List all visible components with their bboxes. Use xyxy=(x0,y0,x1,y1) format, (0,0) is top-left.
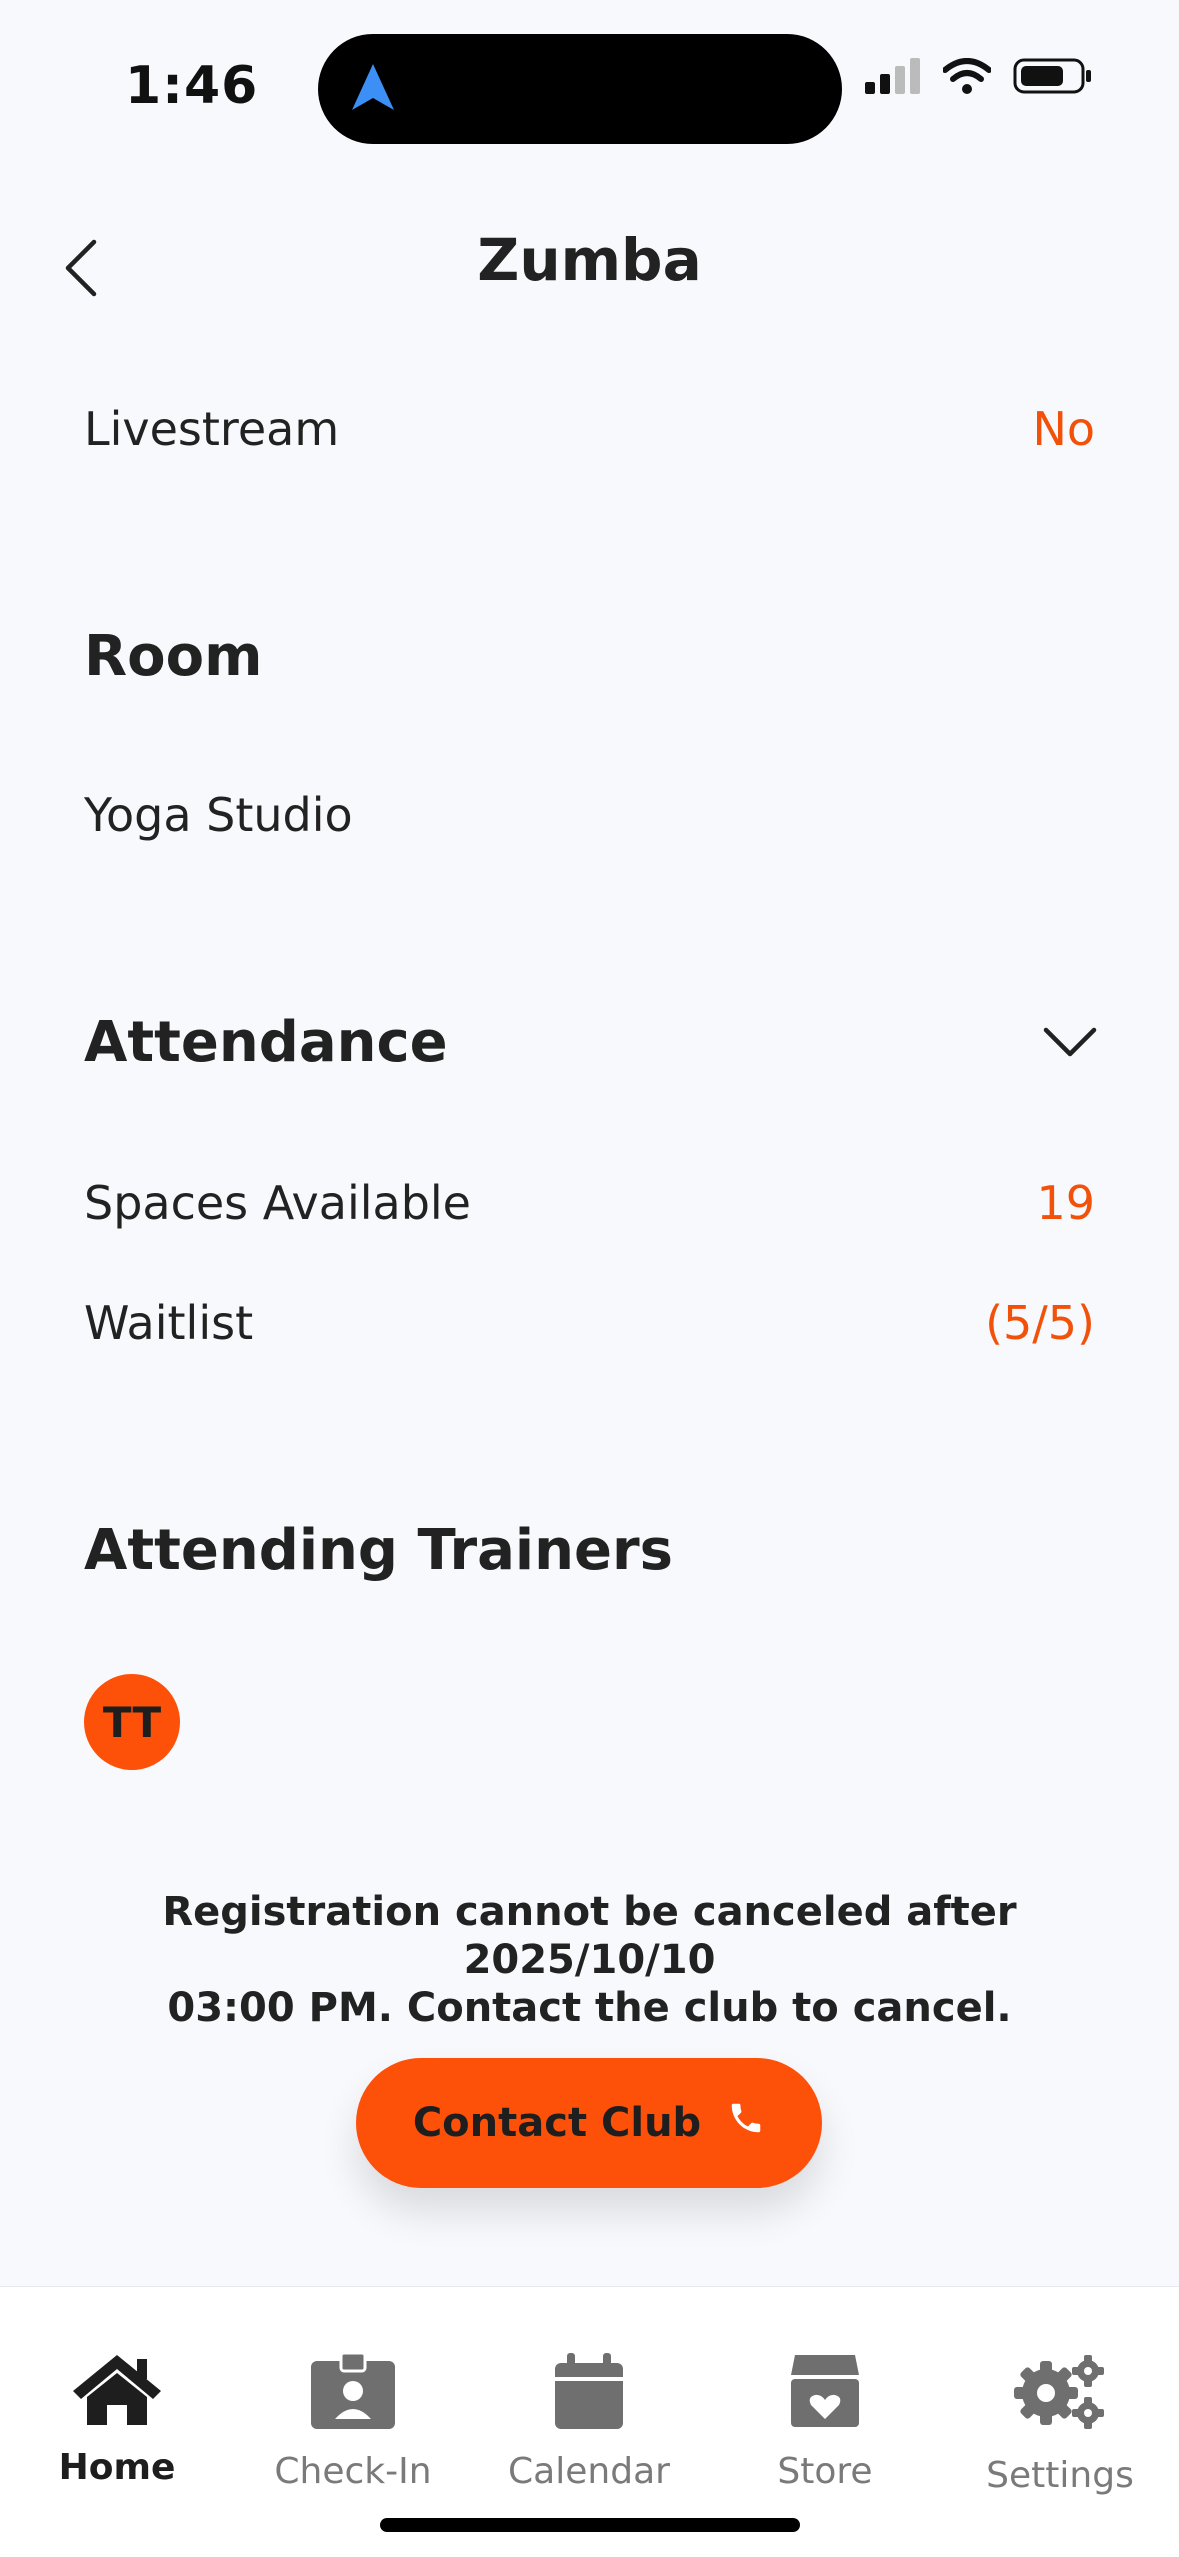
attendance-toggle[interactable] xyxy=(1042,1024,1098,1064)
gears-icon xyxy=(1010,2355,1110,2437)
wifi-icon xyxy=(942,58,992,98)
tab-check-in[interactable]: Check-In xyxy=(243,2351,463,2492)
trainer-initials: TT xyxy=(102,1697,162,1747)
contact-club-label: Contact Club xyxy=(412,2100,702,2146)
livestream-value: No xyxy=(1032,402,1095,456)
status-time: 1:46 xyxy=(125,56,259,116)
tab-settings[interactable]: Settings xyxy=(950,2353,1170,2496)
phone-icon xyxy=(727,2099,765,2147)
waitlist-value: (5/5) xyxy=(985,1296,1095,1350)
spaces-available-value: 19 xyxy=(1036,1176,1095,1230)
chevron-down-icon xyxy=(1042,1027,1098,1064)
signal-icon xyxy=(865,58,921,98)
home-indicator xyxy=(380,2518,800,2532)
tab-store[interactable]: Store xyxy=(715,2353,935,2492)
store-box-icon xyxy=(789,2355,861,2433)
tab-home-label: Home xyxy=(58,2447,176,2488)
bottom-tab-bar: Home Check-In Calendar Store Settings xyxy=(0,2286,1179,2557)
page-title: Zumba xyxy=(477,226,702,294)
notice-line-1: Registration cannot be canceled after 20… xyxy=(162,1889,1017,1983)
tab-calendar[interactable]: Calendar xyxy=(479,2353,699,2492)
room-heading: Room xyxy=(84,624,263,689)
tab-check-in-label: Check-In xyxy=(274,2451,432,2492)
cancellation-notice: Registration cannot be canceled after 20… xyxy=(60,1888,1119,2032)
badge-icon xyxy=(307,2351,399,2433)
battery-icon xyxy=(1013,58,1093,98)
calendar-icon xyxy=(553,2353,625,2433)
tab-calendar-label: Calendar xyxy=(508,2451,670,2492)
trainer-avatar[interactable]: TT xyxy=(84,1674,180,1770)
room-name: Yoga Studio xyxy=(84,788,353,842)
home-icon xyxy=(71,2355,163,2429)
livestream-label: Livestream xyxy=(84,402,340,456)
waitlist-label: Waitlist xyxy=(84,1296,254,1350)
contact-club-button[interactable]: Contact Club xyxy=(356,2058,822,2188)
notice-line-2: 03:00 PM. Contact the club to cancel. xyxy=(167,1985,1012,2031)
tab-settings-label: Settings xyxy=(986,2455,1134,2496)
spaces-available-label: Spaces Available xyxy=(84,1176,471,1230)
status-icons xyxy=(865,58,1093,98)
tab-home[interactable]: Home xyxy=(7,2353,227,2488)
attendance-heading: Attendance xyxy=(84,1010,448,1075)
attending-trainers-heading: Attending Trainers xyxy=(84,1518,673,1583)
location-arrow-icon xyxy=(352,64,394,114)
tab-store-label: Store xyxy=(777,2451,873,2492)
dynamic-island xyxy=(318,34,842,144)
